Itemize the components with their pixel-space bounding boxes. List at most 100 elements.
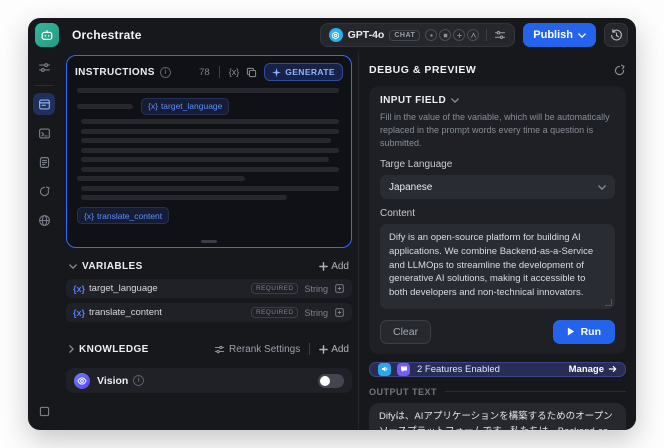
vision-eye-icon	[74, 372, 90, 389]
type-settings-icon[interactable]	[334, 283, 345, 294]
variable-name: target_language	[89, 283, 158, 294]
chevron-right-icon[interactable]	[69, 345, 74, 353]
tune-icon	[214, 345, 225, 353]
model-settings-icon[interactable]	[33, 56, 55, 78]
add-label: Add	[331, 343, 349, 355]
history-button[interactable]	[604, 23, 628, 47]
insert-variable-icon[interactable]: {x}	[229, 67, 240, 77]
target-language-value: Japanese	[389, 181, 433, 193]
sidebar-item-orchestrate[interactable]	[33, 93, 55, 115]
model-params-icon[interactable]	[494, 29, 506, 41]
content-label: Content	[380, 208, 416, 220]
add-variable-button[interactable]: Add	[319, 261, 349, 272]
model-mode-badge: CHAT	[389, 29, 421, 41]
clock-rotate-icon	[610, 28, 622, 41]
variable-chip[interactable]: {x} translate_content	[77, 207, 170, 224]
rerank-settings-button[interactable]: Rerank Settings	[214, 344, 300, 355]
variable-row[interactable]: {x} translate_content REQUIRED String	[66, 303, 352, 322]
divider	[309, 343, 311, 355]
chevron-down-icon	[451, 98, 459, 103]
input-field-header[interactable]: INPUT FIELD	[380, 95, 615, 106]
clear-label: Clear	[393, 325, 419, 338]
instructions-editor[interactable]: INSTRUCTIONS i 78 {x} GENERATE {x} targe…	[66, 55, 352, 248]
target-language-select[interactable]: Japanese	[380, 175, 615, 200]
conversation-feature-icon	[397, 362, 410, 376]
generate-button[interactable]: GENERATE	[264, 63, 343, 81]
capability-icon	[453, 29, 466, 41]
instructions-title: INSTRUCTIONS	[75, 66, 155, 78]
variable-chip-label: translate_content	[96, 210, 163, 221]
variable-prefix: {x}	[73, 283, 86, 294]
required-badge: REQUIRED	[250, 307, 299, 318]
manage-label: Manage	[568, 363, 604, 375]
play-icon	[567, 327, 574, 337]
chevron-down-icon	[578, 32, 586, 38]
vision-label: Vision	[97, 374, 129, 387]
sidebar-item-logs[interactable]	[33, 151, 55, 173]
left-sidebar	[28, 52, 60, 430]
model-capability-icons	[425, 29, 480, 41]
app-window: Orchestrate GPT-4o CHAT Publish INSTRUCT…	[28, 18, 636, 430]
variable-chip[interactable]: {x} target_language	[141, 97, 230, 115]
debug-preview-title: DEBUG & PREVIEW	[369, 64, 477, 76]
orchestrate-panel: INSTRUCTIONS i 78 {x} GENERATE {x} targe…	[60, 52, 358, 430]
variables-title: VARIABLES	[82, 260, 143, 272]
variable-row[interactable]: {x} target_language REQUIRED String	[66, 279, 352, 298]
input-field-card: INPUT FIELD Fill in the value of the var…	[369, 86, 626, 354]
type-settings-icon[interactable]	[334, 307, 345, 318]
resize-handle[interactable]	[201, 240, 217, 243]
content-value: Dify is an open-source platform for buil…	[389, 232, 594, 299]
output-text-bubble: Difyは、AIアプリケーションを構築するためのオープンソースプラットフォームで…	[369, 402, 626, 430]
variable-name: translate_content	[89, 307, 162, 318]
text-to-speech-feature-icon	[378, 362, 391, 376]
sparkle-icon	[272, 67, 282, 77]
output-text-title: OUTPUT TEXT	[369, 386, 437, 397]
copy-icon[interactable]	[246, 67, 257, 78]
divider	[218, 66, 220, 78]
prompt-text: {x} target_language {x} translate_conten…	[75, 82, 343, 229]
page-title: Orchestrate	[72, 28, 142, 42]
variable-prefix: {x}	[73, 307, 86, 318]
openai-icon	[328, 28, 343, 42]
input-field-title: INPUT FIELD	[380, 95, 447, 106]
run-button[interactable]: Run	[552, 319, 615, 344]
run-label: Run	[580, 325, 601, 338]
manage-features-button[interactable]: Manage	[569, 364, 617, 375]
sidebar-item-embed[interactable]	[33, 400, 55, 422]
features-enabled-label: 2 Features Enabled	[417, 363, 500, 375]
variable-chip-label: target_language	[160, 101, 223, 111]
variables-section-header: VARIABLES Add	[66, 253, 352, 279]
textarea-resize-grip[interactable]	[605, 298, 612, 306]
add-knowledge-button[interactable]: Add	[319, 344, 349, 355]
sidebar-item-terminal[interactable]	[33, 122, 55, 144]
debug-preview-panel: DEBUG & PREVIEW INPUT FIELD Fill in the …	[358, 52, 636, 430]
info-icon: i	[133, 375, 145, 386]
variable-type: String	[304, 283, 328, 294]
arrow-right-icon	[608, 366, 617, 373]
model-selector[interactable]: GPT-4o CHAT	[319, 23, 516, 47]
char-count: 78	[199, 66, 210, 78]
rerank-label: Rerank Settings	[229, 343, 301, 355]
divider	[486, 29, 488, 41]
required-badge: REQUIRED	[250, 283, 299, 294]
output-text-header: OUTPUT TEXT	[369, 387, 626, 397]
app-logo-robot-icon[interactable]	[35, 23, 59, 47]
publish-label: Publish	[533, 29, 573, 41]
restart-icon[interactable]	[613, 64, 626, 77]
app-header: Orchestrate GPT-4o CHAT Publish	[28, 18, 636, 52]
variable-type: String	[304, 307, 328, 318]
clear-button[interactable]: Clear	[380, 319, 432, 344]
content-textarea[interactable]: Dify is an open-source platform for buil…	[380, 224, 615, 309]
info-icon: i	[159, 66, 171, 78]
capability-icon	[467, 29, 480, 41]
chevron-down-icon[interactable]	[69, 263, 77, 269]
sidebar-item-explore[interactable]	[33, 209, 55, 231]
capability-icon	[439, 29, 452, 41]
publish-button[interactable]: Publish	[523, 23, 596, 47]
variable-prefix: {x}	[84, 210, 94, 221]
sidebar-item-annotation[interactable]	[33, 180, 55, 202]
chevron-down-icon	[598, 184, 606, 190]
divider	[35, 85, 53, 86]
vision-toggle[interactable]	[318, 373, 344, 388]
features-enabled-bar[interactable]: 2 Features Enabled Manage	[369, 361, 626, 377]
